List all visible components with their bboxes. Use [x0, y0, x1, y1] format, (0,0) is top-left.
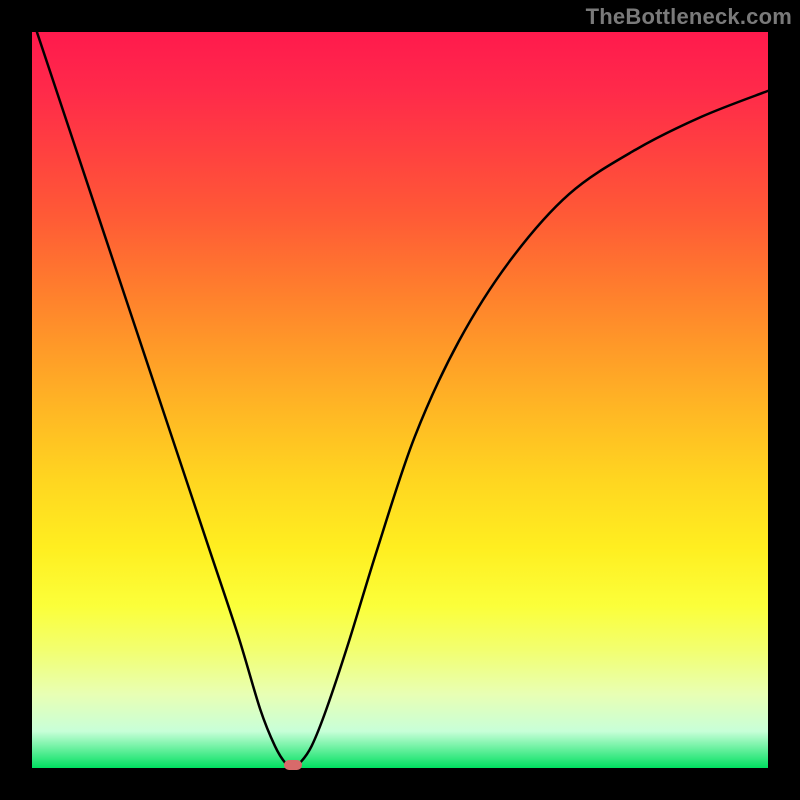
watermark-text: TheBottleneck.com	[586, 4, 792, 30]
chart-container: TheBottleneck.com	[0, 0, 800, 800]
minimum-marker	[284, 760, 302, 770]
curve-svg	[32, 32, 768, 768]
plot-area	[32, 32, 768, 768]
bottleneck-curve	[32, 17, 768, 766]
